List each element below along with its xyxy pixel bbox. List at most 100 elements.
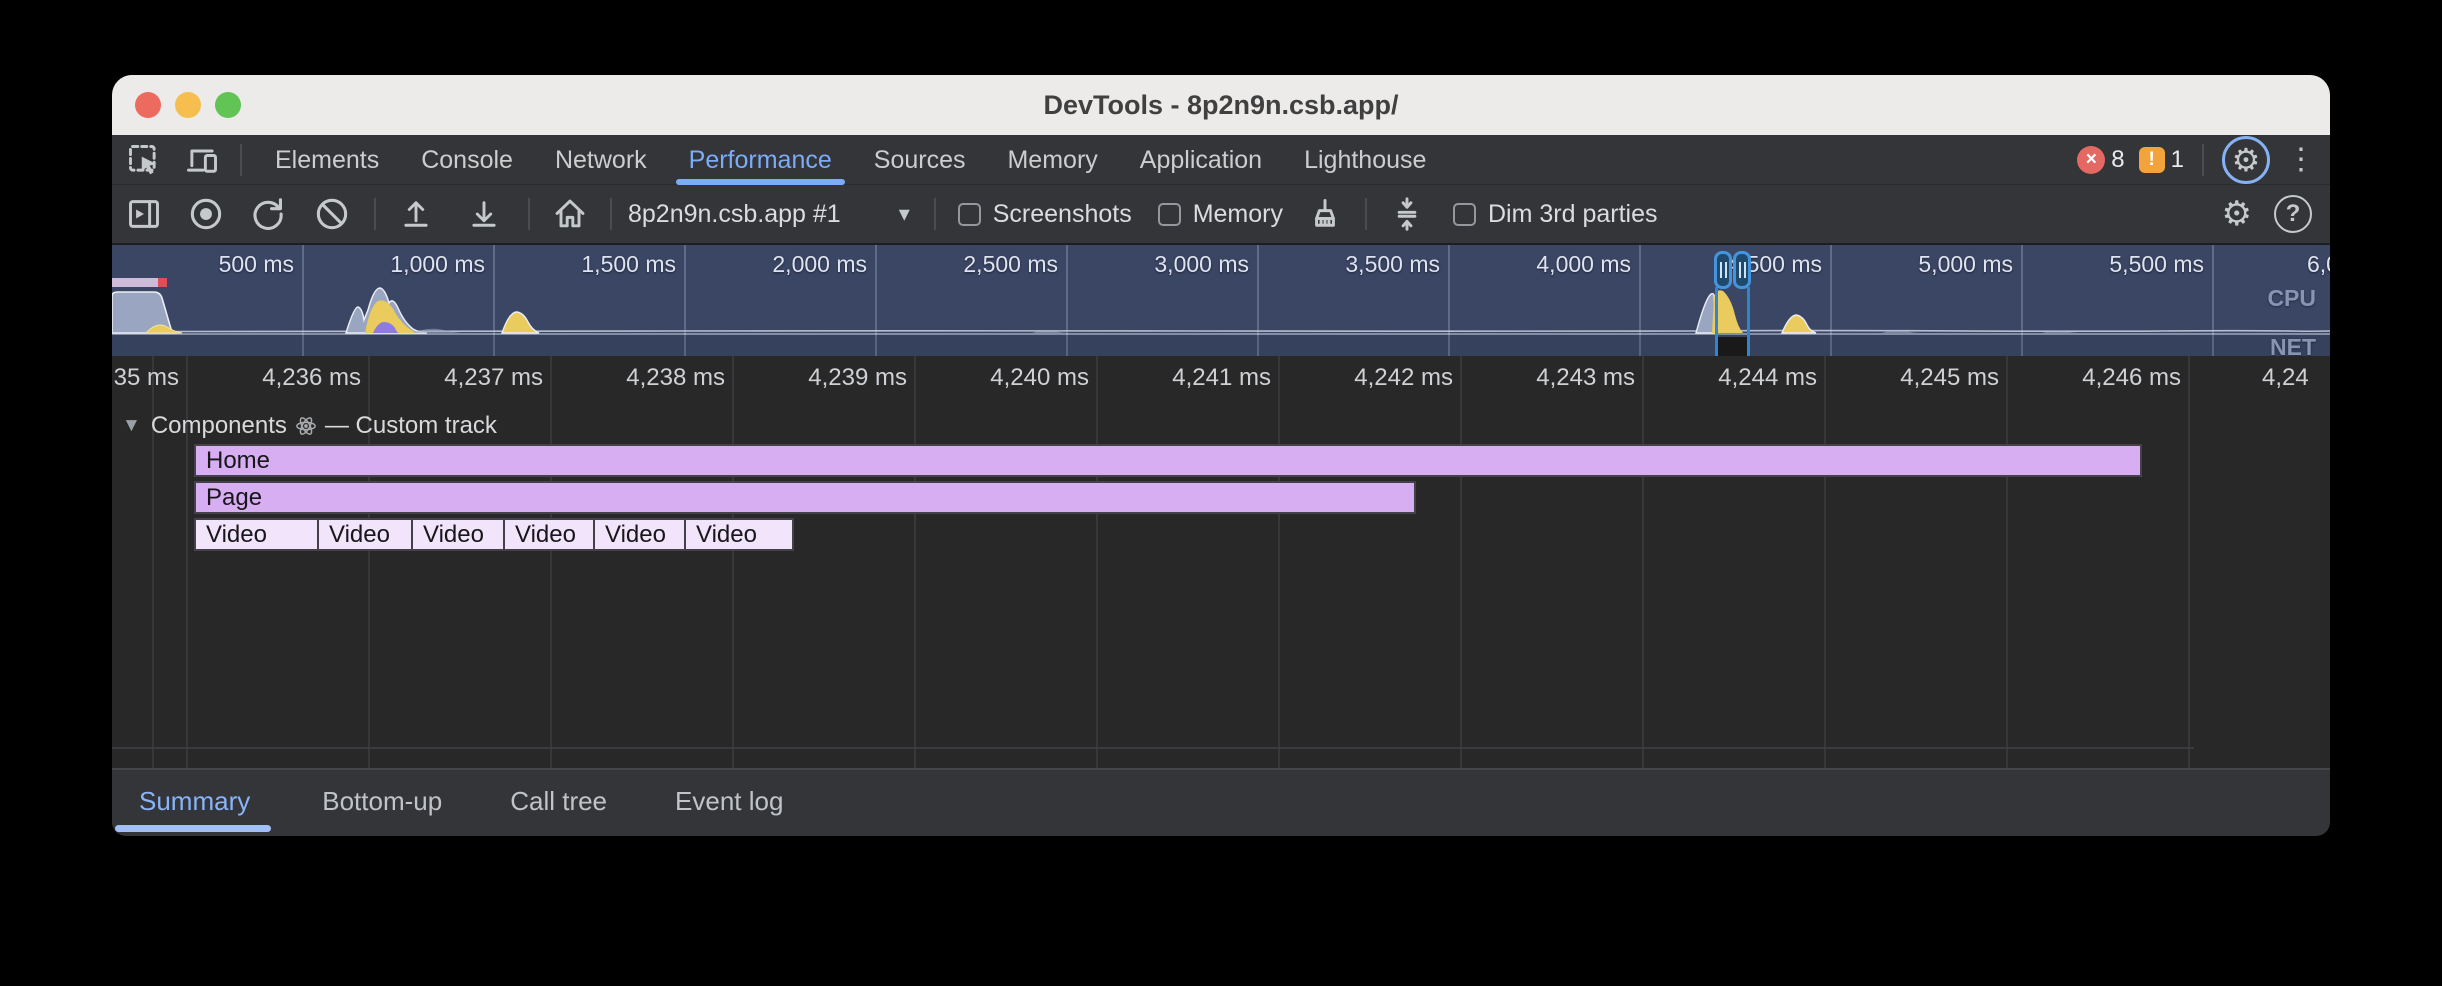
scrubber-right-handle[interactable] — [1733, 251, 1751, 289]
collapse-tracks-icon[interactable] — [1387, 194, 1427, 234]
device-toolbar-icon[interactable] — [180, 138, 224, 182]
grip-line — [1725, 262, 1727, 278]
toggle-sidebar-icon[interactable] — [124, 194, 164, 234]
overview-ruler-label: 4,500 ms — [1682, 251, 1822, 278]
divider — [934, 198, 936, 230]
ruler-label: 4,236 ms — [211, 364, 361, 392]
ruler-label: 4,243 ms — [1485, 364, 1635, 392]
flame-bar-video[interactable]: Video — [317, 518, 413, 551]
warning-icon: ! — [2139, 147, 2165, 173]
load-profile-icon[interactable] — [396, 194, 436, 234]
tab-bottom-up[interactable]: Bottom-up — [295, 769, 469, 836]
ruler-label: 4,24 — [2262, 364, 2330, 392]
active-bottom-tab-underline — [115, 825, 271, 832]
chevron-down-icon[interactable]: ▾ — [899, 201, 910, 227]
components-track-header[interactable]: ▼ Components — Custom track — [122, 412, 497, 440]
ruler-label: 4,244 ms — [1667, 364, 1817, 392]
devtools-window: DevTools - 8p2n9n.csb.app/ Elements Cons… — [112, 75, 2330, 836]
gear-icon: ⚙ — [2232, 141, 2261, 179]
track-bottom-line — [112, 747, 2194, 749]
save-profile-icon[interactable] — [464, 194, 504, 234]
issues-summary[interactable]: × 8 ! 1 — [2077, 146, 2184, 174]
ruler-label: 4,238 ms — [575, 364, 725, 392]
active-tab-underline — [676, 179, 845, 185]
help-icon[interactable]: ? — [2274, 195, 2312, 233]
clear-recording-button[interactable] — [312, 194, 352, 234]
overview-ruler-label: 1,500 ms — [536, 251, 676, 278]
network-request-bar — [112, 278, 158, 287]
ruler-label: 4,239 ms — [757, 364, 907, 392]
tab-summary[interactable]: Summary — [112, 769, 277, 836]
bottom-tabbar: Summary Bottom-up Call tree Event log — [112, 768, 2330, 836]
kebab-menu-icon[interactable]: ⋮ — [2286, 142, 2316, 177]
overview-ruler-label: 2,500 ms — [918, 251, 1058, 278]
tab-event-log[interactable]: Event log — [648, 769, 810, 836]
tab-performance[interactable]: Performance — [668, 135, 853, 185]
collapse-triangle-icon[interactable]: ▼ — [122, 415, 141, 437]
titlebar: DevTools - 8p2n9n.csb.app/ — [112, 75, 2330, 135]
divider — [2202, 144, 2204, 176]
overview-ruler-label: 3,500 ms — [1300, 251, 1440, 278]
warning-count: 1 — [2171, 146, 2184, 174]
tab-console[interactable]: Console — [400, 135, 534, 185]
overview-ruler-label: 5,500 ms — [2064, 251, 2204, 278]
overview-ruler-label: 500 ms — [154, 251, 294, 278]
flame-bar-home[interactable]: Home — [194, 444, 2142, 477]
flame-bar-video[interactable]: Video — [684, 518, 794, 551]
tab-call-tree[interactable]: Call tree — [483, 769, 634, 836]
scrubber-left-handle[interactable] — [1714, 251, 1732, 289]
divider — [1365, 198, 1367, 230]
tab-summary-label: Summary — [139, 786, 250, 816]
network-request-bar-tip — [158, 278, 167, 287]
reload-record-button[interactable] — [248, 194, 288, 234]
scrubber-selected-range — [1718, 337, 1748, 356]
collect-garbage-icon[interactable] — [1305, 194, 1345, 234]
flame-bar-video[interactable]: Video — [593, 518, 686, 551]
dim-third-parties-label: Dim 3rd parties — [1488, 200, 1658, 229]
divider — [240, 144, 242, 176]
overview-ruler-label: 2,000 ms — [727, 251, 867, 278]
tab-application[interactable]: Application — [1119, 135, 1283, 185]
components-track-suffix: — Custom track — [325, 412, 497, 440]
target-selector[interactable]: 8p2n9n.csb.app #1 — [628, 200, 841, 229]
screenshots-checkbox[interactable] — [958, 203, 981, 226]
home-icon[interactable] — [550, 194, 590, 234]
ruler-label: 4,245 ms — [1849, 364, 1999, 392]
tab-lighthouse[interactable]: Lighthouse — [1283, 135, 1447, 185]
memory-checkbox[interactable] — [1158, 203, 1181, 226]
screenshots-label: Screenshots — [993, 200, 1132, 229]
grip-line — [1720, 262, 1722, 278]
net-track-label: NET — [2270, 334, 2316, 356]
record-button[interactable] — [186, 194, 226, 234]
components-track-name: Components — [151, 412, 287, 440]
flame-bar-video[interactable]: Video — [194, 518, 319, 551]
flame-bar-video[interactable]: Video — [503, 518, 595, 551]
dim-third-parties-checkbox[interactable] — [1453, 203, 1476, 226]
timeline-detail-panel[interactable]: 35 ms 4,236 ms 4,237 ms 4,238 ms 4,239 m… — [112, 356, 2330, 768]
tab-network[interactable]: Network — [534, 135, 668, 185]
tab-memory[interactable]: Memory — [986, 135, 1118, 185]
devtools-tabbar: Elements Console Network Performance Sou… — [112, 135, 2330, 185]
tab-performance-label: Performance — [689, 146, 832, 174]
error-icon: × — [2077, 146, 2105, 174]
tab-sources[interactable]: Sources — [853, 135, 987, 185]
divider — [610, 198, 612, 230]
overview-ruler-label: 5,000 ms — [1873, 251, 2013, 278]
memory-label: Memory — [1193, 200, 1283, 229]
ruler-label: 4,241 ms — [1121, 364, 1271, 392]
error-count: 8 — [2111, 146, 2124, 174]
scrubber-left-line — [1715, 287, 1718, 356]
inspect-element-icon[interactable] — [122, 138, 166, 182]
tab-elements[interactable]: Elements — [254, 135, 400, 185]
capture-settings-gear-icon[interactable]: ⚙ — [2222, 194, 2252, 234]
flame-bar-page[interactable]: Page — [194, 481, 1416, 514]
ruler-label: 4,240 ms — [939, 364, 1089, 392]
flame-bar-video[interactable]: Video — [411, 518, 505, 551]
settings-button[interactable]: ⚙ — [2222, 136, 2270, 184]
grip-line — [1744, 262, 1746, 278]
ruler-label: 4,237 ms — [393, 364, 543, 392]
timeline-overview[interactable]: 500 ms 1,000 ms 1,500 ms 2,000 ms 2,500 … — [112, 245, 2330, 356]
overview-ruler-label: 4,000 ms — [1491, 251, 1631, 278]
help-mark: ? — [2286, 200, 2301, 228]
overview-ruler-label: 6,0 — [2307, 251, 2330, 278]
